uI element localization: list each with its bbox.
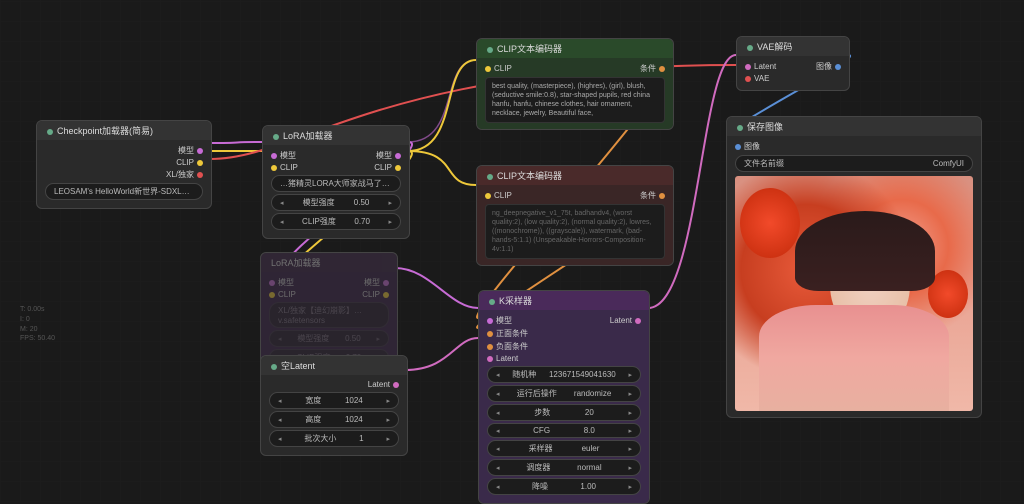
stats-overlay: T: 0.00s I: 0 M: 20 FPS: 50.40 <box>20 305 55 344</box>
node-vae-decode[interactable]: VAE解码 Latent图像 VAE <box>736 36 850 91</box>
negative-prompt-textbox[interactable]: ng_deepnegative_v1_75t, badhandv4, (wors… <box>485 204 665 259</box>
node-clip-text-encode-negative[interactable]: CLIP文本编码器 CLIP条件 ng_deepnegative_v1_75t,… <box>476 165 674 266</box>
prompt-textbox[interactable]: best quality, (masterpiece), (highres), … <box>485 77 665 123</box>
seed-widget[interactable]: ◂随机种123671549041630▸ <box>487 366 641 383</box>
height-widget[interactable]: ◂高度1024▸ <box>269 411 399 428</box>
node-ksampler[interactable]: K采样器 模型Latent 正面条件 负面条件 Latent ◂随机种12367… <box>478 290 650 504</box>
node-canvas[interactable]: Checkpoint加载器(简易) 模型 CLIP XL/独家 LEOSAM's… <box>0 0 1024 502</box>
batch-widget[interactable]: ◂批次大小1▸ <box>269 430 399 447</box>
node-checkpoint-loader[interactable]: Checkpoint加载器(简易) 模型 CLIP XL/独家 LEOSAM's… <box>36 120 212 209</box>
cfg-widget[interactable]: ◂CFG8.0▸ <box>487 423 641 438</box>
lorab-model-widget[interactable]: ◂模型强度0.50▸ <box>269 330 389 347</box>
node-title: Checkpoint加载器(简易) <box>37 121 211 140</box>
node-empty-latent[interactable]: 空Latent Latent ◂宽度1024▸ ◂高度1024▸ ◂批次大小1▸ <box>260 355 408 456</box>
lorab-file-widget[interactable]: XL/独家【迪幻崩影】… v.safetensors <box>269 302 389 328</box>
node-title: LoRA加载器 <box>263 126 409 145</box>
node-title: 空Latent <box>261 356 407 375</box>
node-clip-text-encode-positive[interactable]: CLIP文本编码器 CLIP条件 best quality, (masterpi… <box>476 38 674 130</box>
node-save-image[interactable]: 保存图像 图像 文件名前缀ComfyUI <box>726 116 982 418</box>
node-title: 保存图像 <box>727 117 981 136</box>
denoise-widget[interactable]: ◂降噪1.00▸ <box>487 478 641 495</box>
scheduler-widget[interactable]: ◂调度器normal▸ <box>487 459 641 476</box>
checkpoint-file-widget[interactable]: LEOSAM's HelloWorld新世界-SDXL真实感大模型_v3.saf… <box>45 183 203 200</box>
lora-strength-model-widget[interactable]: ◂模型强度0.50▸ <box>271 194 401 211</box>
node-title: K采样器 <box>479 291 649 310</box>
node-title: CLIP文本编码器 <box>477 166 673 185</box>
output-preview-image <box>735 176 973 411</box>
steps-widget[interactable]: ◂步数20▸ <box>487 404 641 421</box>
node-title: VAE解码 <box>737 37 849 56</box>
filename-widget[interactable]: 文件名前缀ComfyUI <box>735 155 973 172</box>
control-widget[interactable]: ◂运行后操作randomize▸ <box>487 385 641 402</box>
node-lora-loader[interactable]: LoRA加载器 模型模型 CLIPCLIP …猪精灵LORA大师家战马了Mr_M… <box>262 125 410 239</box>
node-title: LoRA加载器 <box>261 253 397 272</box>
width-widget[interactable]: ◂宽度1024▸ <box>269 392 399 409</box>
sampler-widget[interactable]: ◂采样器euler▸ <box>487 440 641 457</box>
lora-file-widget[interactable]: …猪精灵LORA大师家战马了Mr_M_v1.0.safetensors <box>271 175 401 192</box>
node-title: CLIP文本编码器 <box>477 39 673 58</box>
lora-strength-clip-widget[interactable]: ◂CLIP强度0.70▸ <box>271 213 401 230</box>
